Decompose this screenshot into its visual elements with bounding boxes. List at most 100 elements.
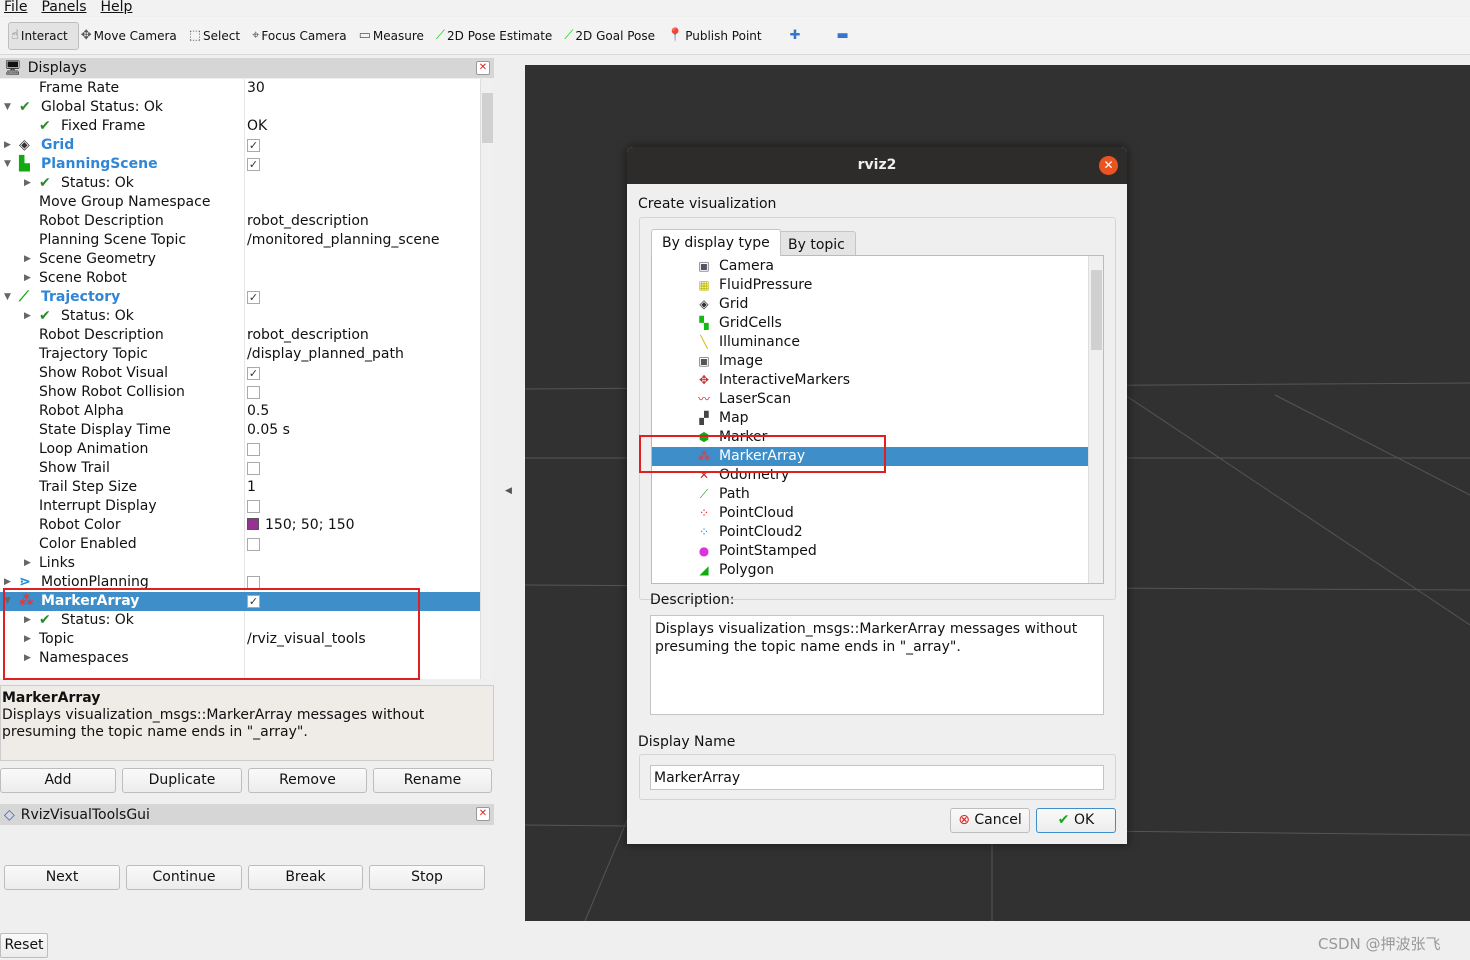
display-type-item[interactable]: ⟋ Path [652,485,1088,504]
next-button[interactable]: Next [4,865,120,890]
tree-row[interactable]: ▶ ◈ Grid ✓ [0,136,480,155]
display-type-item[interactable]: ◈ Grid [652,295,1088,314]
rename-button[interactable]: Rename [373,768,492,793]
tree-row[interactable]: ▶ Links [0,554,480,573]
display-type-item[interactable]: ╲ Illuminance [652,333,1088,352]
display-type-item[interactable]: ◢ Polygon [652,561,1088,580]
display-type-item[interactable]: ▚ GridCells [652,314,1088,333]
tree-row[interactable]: Loop Animation [0,440,480,459]
expand-open-icon[interactable]: ▼ [4,288,11,307]
tool-interact[interactable]: ☝ Interact [8,21,79,50]
menu-file[interactable]: File [4,0,27,16]
checkbox[interactable]: ✓ [247,139,260,152]
display-type-item[interactable]: ▦ FluidPressure [652,276,1088,295]
expand-closed-icon[interactable]: ▶ [24,269,31,288]
tree-row-value[interactable]: OK [247,117,267,136]
tool-2d-goal-pose[interactable]: ⟋ 2D Goal Pose [562,22,665,50]
add-button[interactable]: Add [0,768,116,793]
tool-move-camera[interactable]: ✥ Move Camera [79,22,187,50]
tree-row[interactable]: Robot Description robot_description [0,212,480,231]
tree-row[interactable]: Frame Rate 30 [0,79,480,98]
menu-panels[interactable]: Panels [41,0,86,16]
tree-row-value[interactable]: robot_description [247,326,369,345]
tool-focus-camera[interactable]: ⌖ Focus Camera [250,22,357,50]
tree-row-value[interactable]: 1 [247,478,256,497]
checkbox[interactable]: ✓ [247,291,260,304]
close-icon[interactable]: ✕ [476,61,490,75]
tree-row[interactable]: ▶ ✔ Status: Ok [0,174,480,193]
tree-row-value[interactable]: 150; 50; 150 [247,516,355,535]
tool-2d-pose-estimate[interactable]: ⟋ 2D Pose Estimate [434,22,562,50]
tool-publish-point[interactable]: 📍 Publish Point [665,22,772,50]
reset-button[interactable]: Reset [0,933,48,958]
checkbox[interactable] [247,500,260,513]
color-swatch[interactable] [247,518,259,530]
menu-help[interactable]: Help [101,0,133,16]
break-button[interactable]: Break [248,865,363,890]
tree-row[interactable]: Robot Alpha 0.5 [0,402,480,421]
tool-minus[interactable]: ▬ [819,22,867,50]
tab-by-topic[interactable]: By topic [777,231,856,256]
remove-button[interactable]: Remove [248,768,367,793]
tree-row[interactable]: Interrupt Display [0,497,480,516]
ok-button[interactable]: ✔ OK [1036,808,1116,833]
expand-open-icon[interactable]: ▼ [4,98,11,117]
display-type-item[interactable]: ▞ Map [652,409,1088,428]
tree-row[interactable]: Trail Step Size 1 [0,478,480,497]
display-type-item[interactable]: ⁘ PointCloud2 [652,523,1088,542]
expand-closed-icon[interactable]: ▶ [24,174,31,193]
displays-scrollbar[interactable] [480,79,493,679]
expand-closed-icon[interactable]: ▶ [24,250,31,269]
tree-row-value[interactable]: /monitored_planning_scene [247,231,440,250]
tree-row[interactable]: ▼ ▙ PlanningScene ✓ [0,155,480,174]
expand-open-icon[interactable]: ▼ [4,155,11,174]
close-icon[interactable]: ✕ [476,807,490,821]
tree-row[interactable]: Show Robot Visual ✓ [0,364,480,383]
tree-row-value[interactable]: /display_planned_path [247,345,404,364]
scrollbar-thumb[interactable] [1091,270,1102,350]
checkbox[interactable] [247,538,260,551]
tree-row[interactable]: Show Robot Collision [0,383,480,402]
tree-row[interactable]: ▼ ⟋ Trajectory ✓ [0,288,480,307]
display-type-item[interactable]: ✥ InteractiveMarkers [652,371,1088,390]
collapse-handle-icon[interactable]: ◀ [505,486,512,496]
expand-closed-icon[interactable]: ▶ [24,554,31,573]
cancel-button[interactable]: ⊗ Cancel [950,808,1030,833]
expand-closed-icon[interactable]: ▶ [4,136,11,155]
display-type-item[interactable]: 〰 LaserScan [652,390,1088,409]
tree-row-value[interactable]: robot_description [247,212,369,231]
duplicate-button[interactable]: Duplicate [122,768,242,793]
stop-button[interactable]: Stop [369,865,485,890]
tab-by-display-type[interactable]: By display type [651,229,781,256]
tree-row[interactable]: Color Enabled [0,535,480,554]
checkbox[interactable] [247,462,260,475]
display-name-input[interactable]: MarkerArray [650,765,1104,790]
tool-measure[interactable]: ▭ Measure [357,22,434,50]
tree-row[interactable]: Planning Scene Topic/monitored_planning_… [0,231,480,250]
tree-row[interactable]: Show Trail [0,459,480,478]
tree-row[interactable]: ✔ Fixed Frame OK [0,117,480,136]
scrollbar-thumb[interactable] [482,93,493,143]
display-type-item[interactable]: ▣ Image [652,352,1088,371]
display-type-item[interactable]: ● PointStamped [652,542,1088,561]
tree-row-value[interactable]: 30 [247,79,265,98]
checkbox[interactable] [247,386,260,399]
tree-row[interactable]: ▶ ✔ Status: Ok [0,307,480,326]
close-icon[interactable]: ✕ [1099,156,1118,175]
tree-row[interactable]: Robot Color 150; 50; 150 [0,516,480,535]
display-type-item[interactable]: ⁘ PointCloud [652,504,1088,523]
tree-row[interactable]: ▶ Scene Robot [0,269,480,288]
tree-row-value[interactable]: 0.05 s [247,421,290,440]
continue-button[interactable]: Continue [126,865,242,890]
expand-closed-icon[interactable]: ▶ [24,307,31,326]
tree-row[interactable]: Robot Description robot_description [0,326,480,345]
tree-row-value[interactable]: 0.5 [247,402,269,421]
tree-row[interactable]: State Display Time 0.05 s [0,421,480,440]
tool-select[interactable]: ⬚ Select [187,22,250,50]
tree-row[interactable]: ▼ ✔ Global Status: Ok [0,98,480,117]
list-scrollbar[interactable] [1088,256,1103,583]
display-type-item[interactable]: ▣ Camera [652,257,1088,276]
tree-row[interactable]: Move Group Namespace [0,193,480,212]
checkbox[interactable] [247,443,260,456]
checkbox[interactable]: ✓ [247,367,260,380]
